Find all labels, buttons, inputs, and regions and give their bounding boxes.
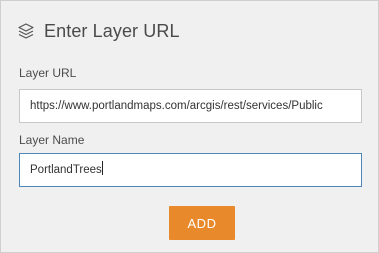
add-button[interactable]: ADD: [169, 206, 235, 240]
panel-header: Enter Layer URL: [17, 19, 180, 43]
layer-name-label: Layer Name: [19, 133, 85, 147]
layer-name-input[interactable]: PortlandTrees: [19, 153, 362, 187]
layers-icon: [17, 22, 35, 40]
layer-url-label: Layer URL: [19, 66, 77, 80]
layer-url-value: https://www.portlandmaps.com/arcgis/rest…: [30, 100, 323, 112]
enter-layer-url-panel: Enter Layer URL Layer URL https://www.po…: [0, 0, 379, 253]
layer-url-input[interactable]: https://www.portlandmaps.com/arcgis/rest…: [19, 89, 362, 123]
layer-name-value: PortlandTrees: [30, 164, 102, 176]
panel-title: Enter Layer URL: [44, 20, 180, 41]
text-cursor: [101, 161, 103, 175]
